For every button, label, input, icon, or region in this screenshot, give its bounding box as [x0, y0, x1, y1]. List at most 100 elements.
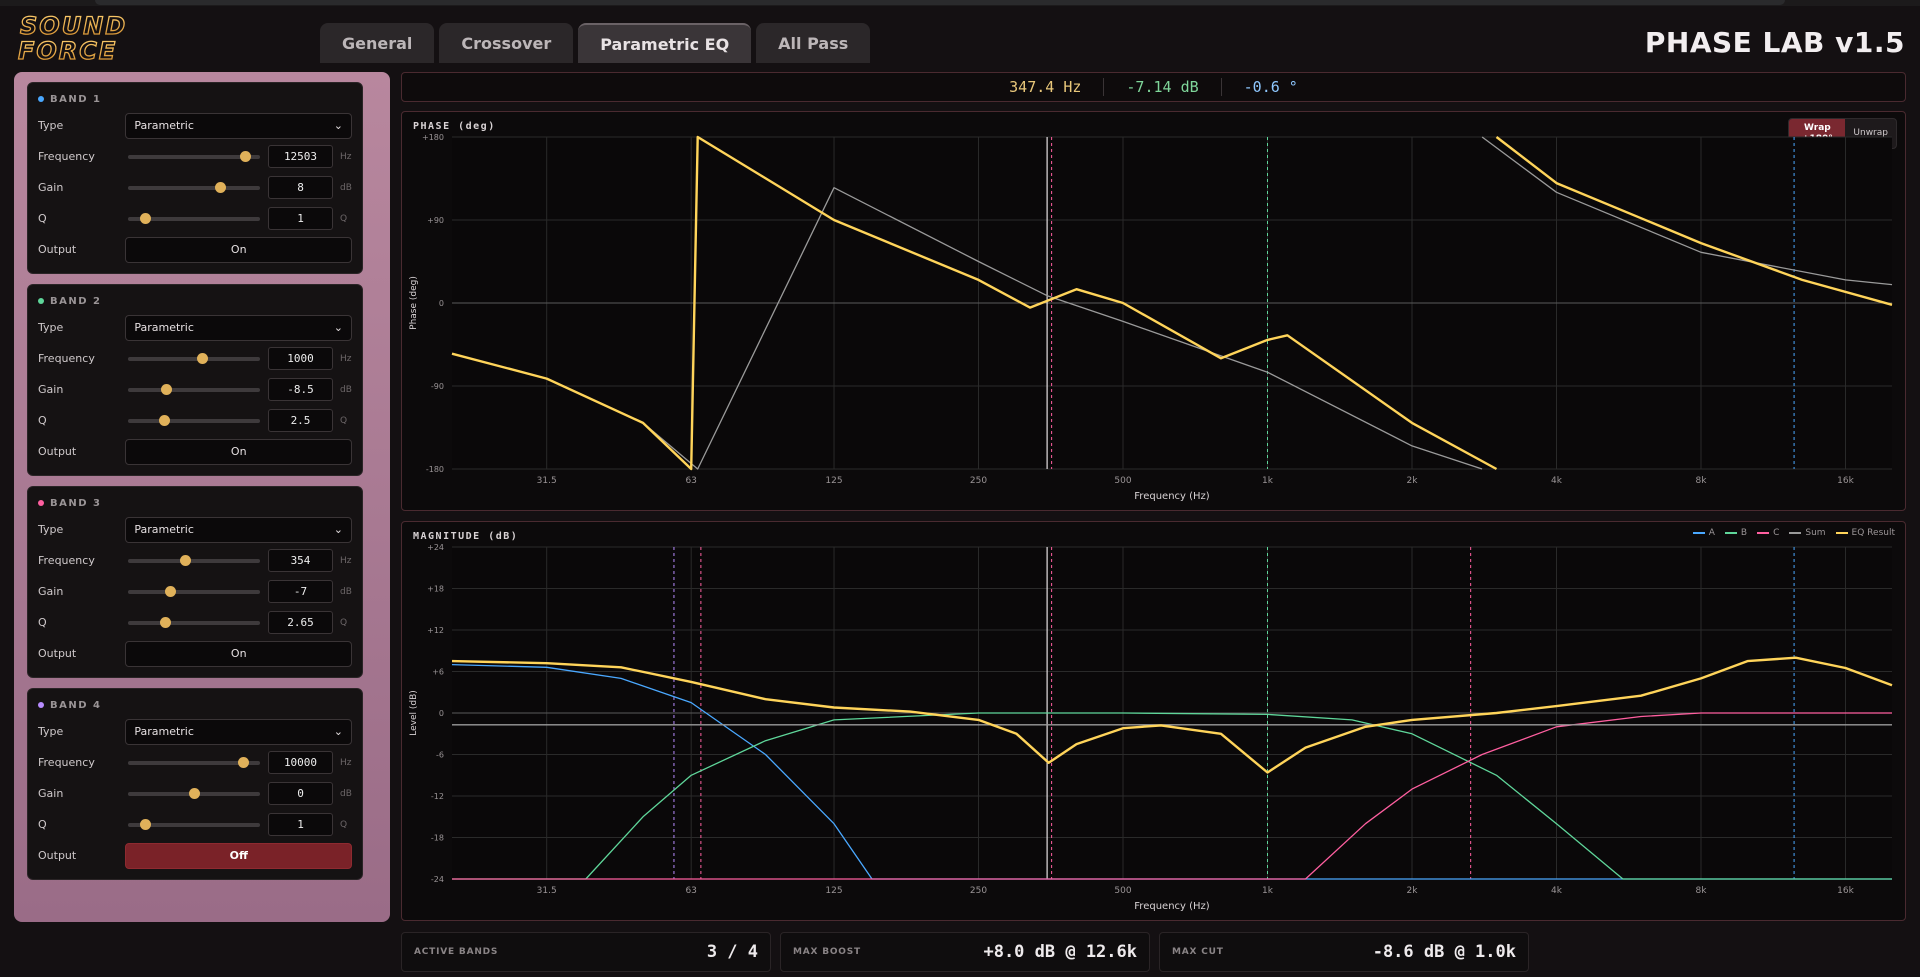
- stat-max-cut-value: -8.6 dB @ 1.0k: [1372, 942, 1516, 962]
- band-frequency-slider[interactable]: [128, 352, 260, 364]
- band-q-slider[interactable]: [128, 212, 260, 224]
- chevron-down-icon: ⌄: [333, 725, 343, 738]
- tab-parametric-eq[interactable]: Parametric EQ: [578, 23, 752, 63]
- band-type-value: Parametric: [134, 321, 194, 334]
- band-type-value: Parametric: [134, 725, 194, 738]
- band-q-input[interactable]: 2.65: [268, 611, 333, 634]
- band-gain-slider[interactable]: [128, 181, 260, 193]
- band-title-text: BAND 1: [50, 93, 102, 105]
- slider-knob[interactable]: [189, 787, 200, 799]
- magnitude-chart[interactable]: 31.5 63 125 250 500 1k 2k 4k 8k 16k +24 +18 +12 +6 0 -6…: [402, 522, 1905, 920]
- band-frequency-slider[interactable]: [128, 150, 260, 162]
- band-frequency-unit: Hz: [340, 555, 352, 566]
- band-q-unit: Q: [340, 213, 348, 224]
- band-output-toggle[interactable]: On: [125, 640, 352, 667]
- band-gain-unit: dB: [340, 586, 352, 597]
- band-sidebar: BAND 1 Type Parametric ⌄ Frequency 12503 Hz Gai…: [14, 72, 390, 922]
- magnitude-panel: MAGNITUDE (dB) A B C Sum EQ Result 31.5 63 125…: [401, 521, 1906, 921]
- band-gain-input[interactable]: 0: [268, 782, 333, 805]
- band-frequency-slider[interactable]: [128, 756, 260, 768]
- phase-chart[interactable]: 31.5 63 125 250 500 1k 2k 4k 8k 16k +180 +90 0 -90 -18…: [402, 112, 1905, 510]
- chevron-down-icon: ⌄: [333, 321, 343, 334]
- slider-knob[interactable]: [161, 383, 173, 395]
- x-tick-label: 63: [685, 886, 696, 896]
- band-q-input[interactable]: 1: [268, 207, 333, 230]
- band-type-value: Parametric: [134, 119, 194, 132]
- band-output-toggle[interactable]: On: [125, 236, 352, 263]
- band-gain-input[interactable]: 8: [268, 176, 333, 199]
- stat-max-cut: MAX CUT -8.6 dB @ 1.0k: [1159, 932, 1529, 972]
- slider-knob[interactable]: [196, 352, 208, 364]
- q-label: Q: [38, 818, 47, 831]
- y-axis-label: Phase (deg): [409, 276, 419, 330]
- gain-label: Gain: [38, 585, 64, 598]
- band-gain-slider[interactable]: [128, 383, 260, 395]
- y-tick-label: -6: [436, 751, 444, 760]
- output-label: Output: [38, 445, 77, 458]
- band-type-select[interactable]: Parametric ⌄: [125, 112, 352, 139]
- slider-knob[interactable]: [179, 554, 191, 566]
- slider-knob[interactable]: [240, 150, 252, 162]
- band-title-text: BAND 3: [50, 497, 102, 509]
- gain-label: Gain: [38, 181, 64, 194]
- x-tick-label: 31.5: [537, 476, 557, 486]
- frequency-label: Frequency: [38, 756, 95, 769]
- band-output-toggle[interactable]: Off: [125, 842, 352, 869]
- band-q-slider[interactable]: [128, 414, 260, 426]
- slider-knob[interactable]: [158, 414, 170, 426]
- x-tick-label: 31.5: [537, 886, 557, 896]
- band-color-dot: [38, 96, 44, 102]
- band-frequency-input[interactable]: 1000: [268, 347, 333, 370]
- band-frequency-input[interactable]: 12503: [268, 145, 333, 168]
- band-type-select[interactable]: Parametric ⌄: [125, 314, 352, 341]
- band-q-slider[interactable]: [128, 616, 260, 628]
- stat-active-bands: ACTIVE BANDS 3 / 4: [401, 932, 771, 972]
- logo-line1: SOUND: [20, 12, 127, 40]
- slider-knob[interactable]: [159, 616, 171, 628]
- band-type-select[interactable]: Parametric ⌄: [125, 516, 352, 543]
- stat-active-bands-label: ACTIVE BANDS: [414, 947, 499, 957]
- band-q-input[interactable]: 2.5: [268, 409, 333, 432]
- x-tick-label: 250: [970, 886, 987, 896]
- slider-knob[interactable]: [140, 212, 152, 224]
- readout-frequency: 347.4 Hz: [1009, 78, 1082, 96]
- band-type-select[interactable]: Parametric ⌄: [125, 718, 352, 745]
- y-tick-label: -18: [431, 834, 444, 843]
- type-label: Type: [38, 321, 64, 334]
- band-color-dot: [38, 702, 44, 708]
- x-tick-label: 125: [825, 476, 842, 486]
- phase-panel: PHASE (deg) Wrap ±180° Unwrap 31.5631252…: [401, 111, 1906, 511]
- type-label: Type: [38, 119, 64, 132]
- x-tick-label: 4k: [1551, 886, 1563, 896]
- slider-knob[interactable]: [140, 818, 152, 830]
- q-label: Q: [38, 616, 47, 629]
- tab-all-pass[interactable]: All Pass: [756, 23, 871, 63]
- band-gain-input[interactable]: -7: [268, 580, 333, 603]
- band-frequency-slider[interactable]: [128, 554, 260, 566]
- slider-knob[interactable]: [165, 585, 177, 597]
- band-gain-slider[interactable]: [128, 787, 260, 799]
- band-output-toggle[interactable]: On: [125, 438, 352, 465]
- band-q-input[interactable]: 1: [268, 813, 333, 836]
- frequency-label: Frequency: [38, 150, 95, 163]
- band-gain-slider[interactable]: [128, 585, 260, 597]
- band-frequency-input[interactable]: 354: [268, 549, 333, 572]
- tab-crossover[interactable]: Crossover: [439, 23, 574, 63]
- y-tick-label: -180: [426, 465, 444, 474]
- slider-knob[interactable]: [215, 181, 227, 193]
- band-q-slider[interactable]: [128, 818, 260, 830]
- band-card-4: BAND 4 Type Parametric ⌄ Frequency 10000 Hz Gai…: [27, 688, 363, 880]
- x-tick-label: 4k: [1551, 476, 1563, 486]
- band-gain-input[interactable]: -8.5: [268, 378, 333, 401]
- tab-general[interactable]: General: [320, 23, 435, 63]
- x-tick-label: 2k: [1407, 476, 1419, 486]
- band-color-dot: [38, 500, 44, 506]
- slider-knob[interactable]: [237, 756, 249, 768]
- stat-max-boost-value: +8.0 dB @ 12.6k: [983, 942, 1137, 962]
- x-axis-label: Frequency (Hz): [1134, 491, 1210, 502]
- band-frequency-input[interactable]: 10000: [268, 751, 333, 774]
- x-tick-label: 8k: [1696, 886, 1708, 896]
- q-label: Q: [38, 414, 47, 427]
- x-tick-label: 16k: [1837, 476, 1854, 486]
- readout-gain: -7.14 dB: [1126, 78, 1199, 96]
